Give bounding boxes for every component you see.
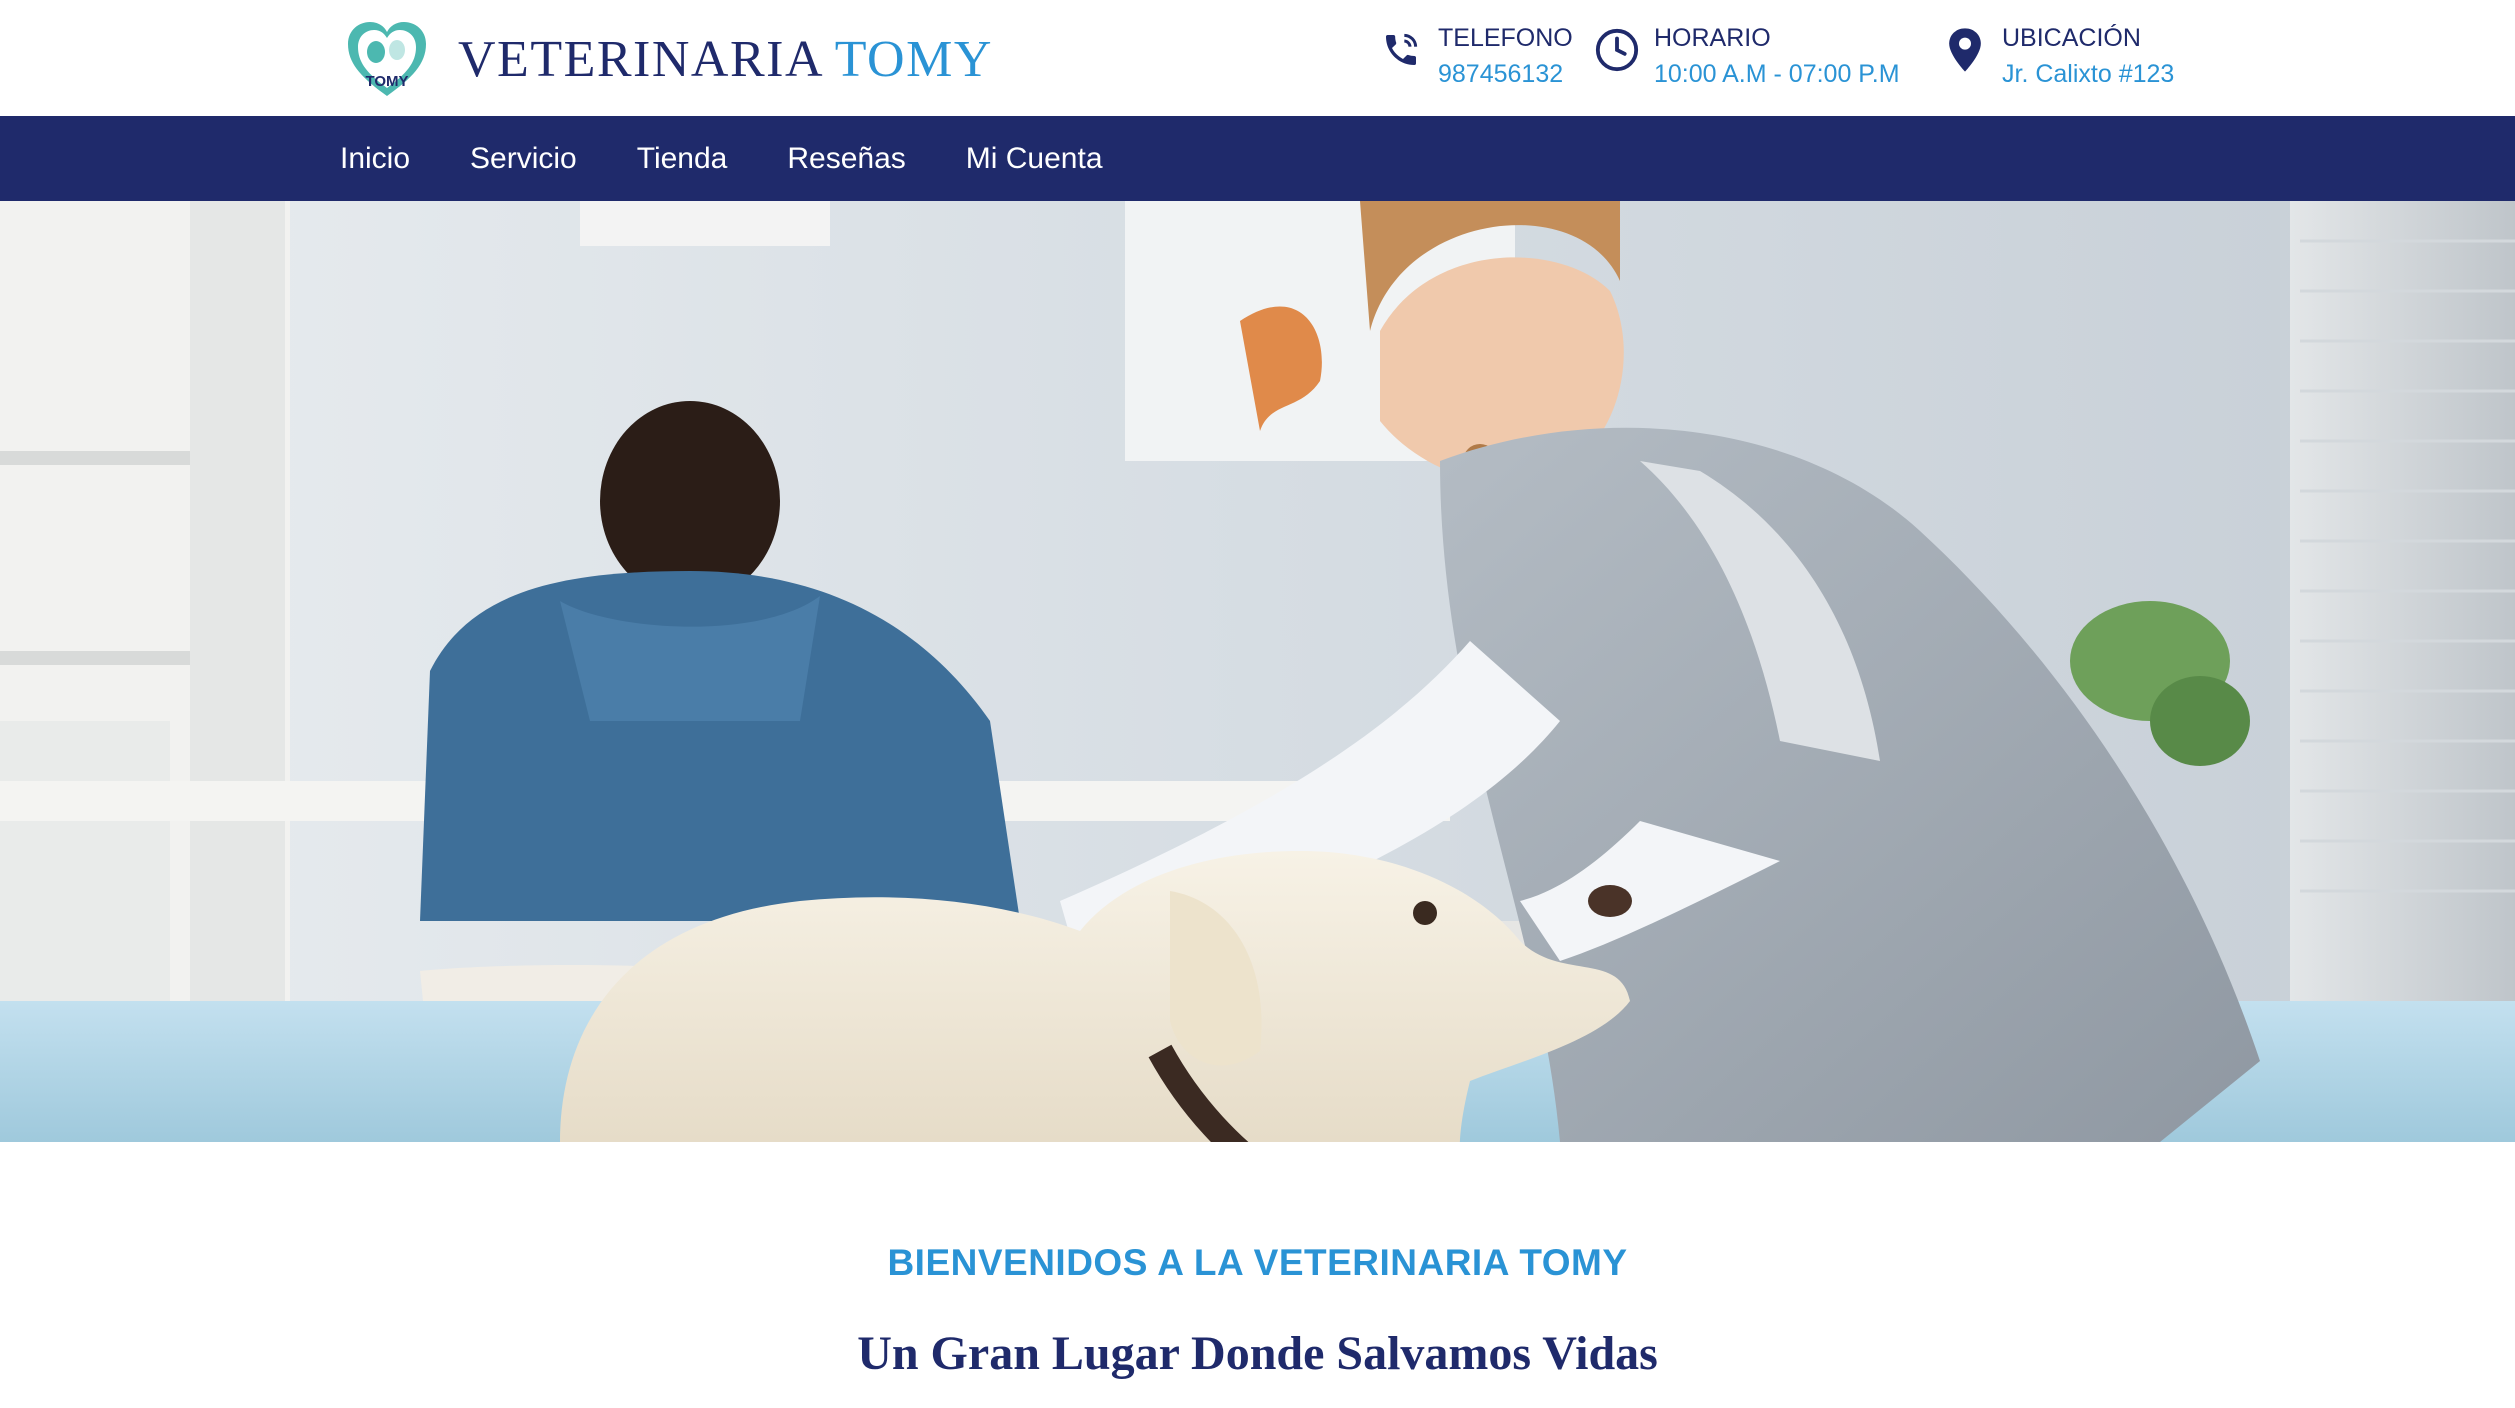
- hours-title: HORARIO: [1654, 24, 1771, 52]
- map-pin-icon: [1942, 20, 1988, 80]
- main-nav: Inicio Servicio Tienda Reseñas Mi Cuenta: [0, 116, 2515, 201]
- clock-icon: [1594, 20, 1640, 80]
- brand[interactable]: TOMY VETERINARIA TOMY: [342, 14, 993, 104]
- welcome-section: BIENVENIDOS A LA VETERINARIA TOMY Un Gra…: [0, 1142, 2515, 1408]
- nav-item-inicio[interactable]: Inicio: [340, 142, 410, 176]
- hours-value: 10:00 A.M - 07:00 P.M: [1654, 60, 1900, 88]
- top-header: TOMY VETERINARIA TOMY TELEFONO 987456132: [0, 0, 2515, 116]
- brand-name-main: VETERINARIA: [458, 30, 822, 88]
- nav-item-mi-cuenta[interactable]: Mi Cuenta: [966, 142, 1103, 176]
- hero-image: [0, 201, 2515, 1142]
- brand-name-accent: TOMY: [834, 30, 993, 88]
- nav-list: Inicio Servicio Tienda Reseñas Mi Cuenta: [340, 116, 1163, 201]
- contact-hours: HORARIO 10:00 A.M - 07:00 P.M: [1594, 20, 1900, 92]
- welcome-kicker: BIENVENIDOS A LA VETERINARIA TOMY: [887, 1242, 1628, 1283]
- nav-item-servicio[interactable]: Servicio: [470, 142, 577, 176]
- nav-item-tienda[interactable]: Tienda: [637, 142, 728, 176]
- brand-name: VETERINARIA TOMY: [458, 30, 993, 89]
- location-value[interactable]: Jr. Calixto #123: [2002, 56, 2174, 92]
- phone-title: TELEFONO: [1438, 24, 1573, 52]
- nav-item-resenas[interactable]: Reseñas: [787, 142, 905, 176]
- veterinarian-vaccinating-dog-photo: [0, 201, 2515, 1142]
- welcome-title: Un Gran Lugar Donde Salvamos Vidas: [857, 1327, 1658, 1380]
- location-title: UBICACIÓN: [2002, 24, 2141, 52]
- heart-paw-logo: TOMY: [348, 22, 426, 96]
- contact-location: UBICACIÓN Jr. Calixto #123: [1942, 20, 2174, 92]
- phone-value[interactable]: 987456132: [1438, 56, 1573, 92]
- contact-phone: TELEFONO 987456132: [1378, 20, 1573, 92]
- phone-icon: [1378, 20, 1424, 80]
- logo-text: TOMY: [365, 73, 408, 90]
